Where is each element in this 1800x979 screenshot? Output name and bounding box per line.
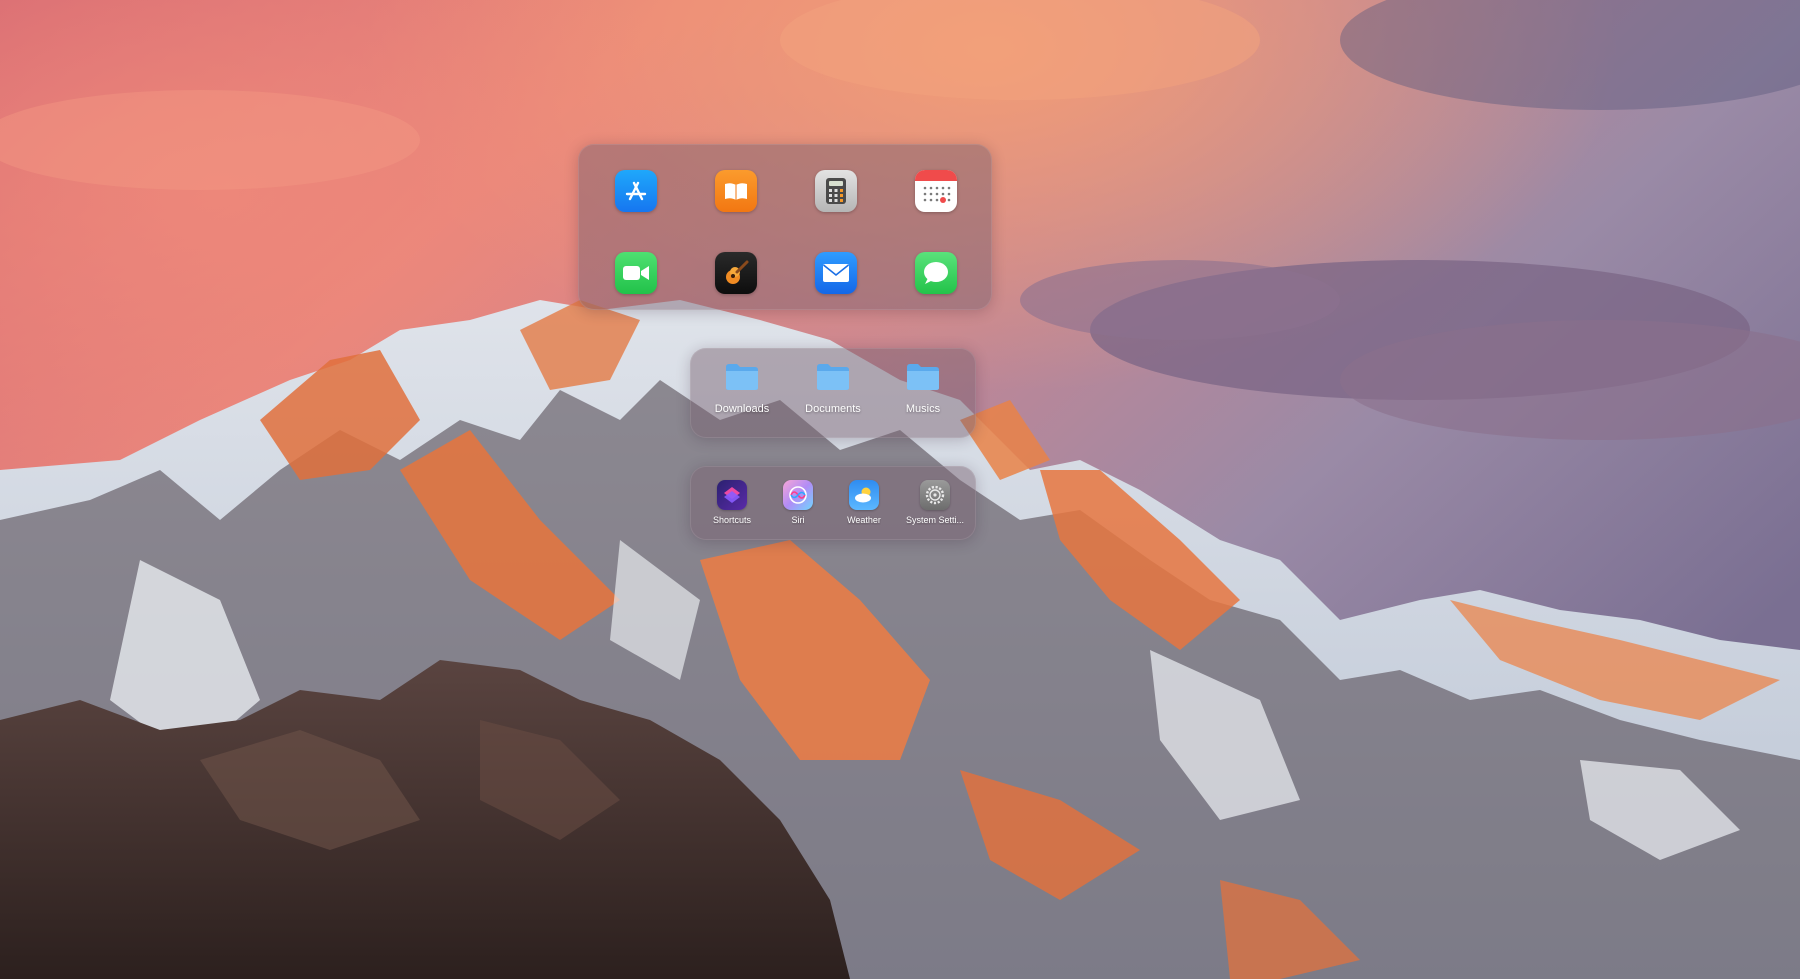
utilities-panel: Shortcuts Siri Weather System Setti... bbox=[690, 466, 976, 540]
siri-icon bbox=[783, 480, 813, 510]
siri-app[interactable]: Siri bbox=[770, 480, 826, 525]
shortcuts-app[interactable]: Shortcuts bbox=[704, 480, 760, 525]
folder-icon bbox=[905, 362, 941, 397]
folder-label: Musics bbox=[905, 403, 941, 415]
calculator-app[interactable] bbox=[815, 170, 857, 212]
books-app[interactable] bbox=[715, 170, 757, 212]
folder-downloads[interactable]: Downloads bbox=[712, 362, 772, 415]
garageband-icon bbox=[715, 252, 757, 294]
folder-icon bbox=[815, 362, 851, 397]
app-store-icon bbox=[615, 170, 657, 212]
folder-label: Documents bbox=[805, 403, 861, 415]
folders-panel: Downloads Documents Musics bbox=[690, 348, 976, 438]
messages-icon bbox=[915, 252, 957, 294]
facetime-icon bbox=[615, 252, 657, 294]
app-store-app[interactable] bbox=[615, 170, 657, 212]
calendar-icon bbox=[915, 170, 957, 212]
shortcuts-icon bbox=[717, 480, 747, 510]
folder-label: Downloads bbox=[714, 403, 770, 415]
folder-documents[interactable]: Documents bbox=[803, 362, 863, 415]
app-label: Shortcuts bbox=[712, 515, 752, 525]
mail-icon bbox=[815, 252, 857, 294]
folder-musics[interactable]: Musics bbox=[893, 362, 953, 415]
mail-app[interactable] bbox=[815, 252, 857, 294]
weather-app[interactable]: Weather bbox=[836, 480, 892, 525]
apps-panel bbox=[578, 144, 992, 310]
calculator-icon bbox=[815, 170, 857, 212]
gear-icon bbox=[920, 480, 950, 510]
calendar-app[interactable] bbox=[915, 170, 957, 212]
messages-app[interactable] bbox=[915, 252, 957, 294]
system-settings-app[interactable]: System Setti... bbox=[902, 480, 968, 525]
garageband-app[interactable] bbox=[715, 252, 757, 294]
books-icon bbox=[715, 170, 757, 212]
weather-icon bbox=[849, 480, 879, 510]
app-label: Siri bbox=[791, 515, 805, 525]
facetime-app[interactable] bbox=[615, 252, 657, 294]
app-label: System Setti... bbox=[905, 515, 965, 525]
app-label: Weather bbox=[847, 515, 881, 525]
folder-icon bbox=[724, 362, 760, 397]
